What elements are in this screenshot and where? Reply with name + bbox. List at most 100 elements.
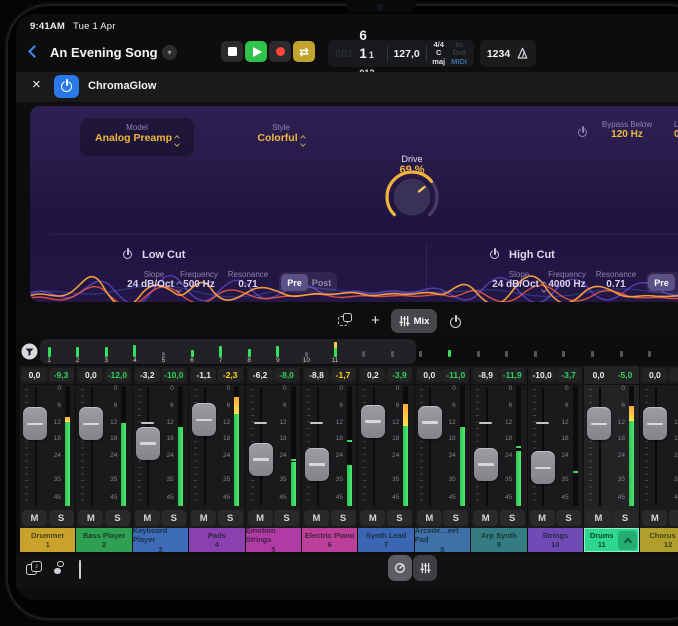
solo-button[interactable]: S (613, 510, 638, 526)
song-title[interactable]: An Evening Song (50, 45, 158, 60)
volume-fader-handle[interactable] (418, 406, 442, 439)
drive-knob[interactable] (382, 167, 442, 227)
mute-button[interactable]: M (360, 510, 385, 526)
add-track-button[interactable]: + (371, 313, 380, 328)
mini-track-meter[interactable]: 7 (215, 340, 227, 365)
high-cut-power-icon[interactable] (490, 250, 499, 259)
mute-button[interactable]: M (304, 510, 329, 526)
solo-button[interactable]: S (500, 510, 525, 526)
track-label[interactable]: Pads4 (189, 528, 244, 552)
back-chevron-icon[interactable] (28, 45, 41, 58)
stop-button[interactable] (221, 41, 243, 62)
mini-track-meter[interactable] (529, 340, 541, 365)
solo-button[interactable]: S (161, 510, 186, 526)
solo-button[interactable]: S (105, 510, 130, 526)
mini-track-meter[interactable]: 8 (243, 340, 255, 365)
mix-view-button[interactable]: Mix (391, 309, 437, 333)
mini-track-meter[interactable]: 1 (43, 340, 55, 365)
pre-button[interactable]: Pre (648, 274, 675, 291)
track-label[interactable]: Bass Player2 (76, 528, 131, 552)
volume-fader-handle[interactable] (136, 427, 160, 460)
mini-track-meter[interactable]: 11 (329, 340, 341, 365)
track-label[interactable]: Synth Lead7 (358, 528, 413, 552)
volume-fader-handle[interactable] (531, 451, 555, 484)
mini-track-meter[interactable] (615, 340, 627, 365)
volume-fader-handle[interactable] (23, 407, 47, 440)
mini-track-meter[interactable]: 5 (157, 340, 169, 365)
mute-button[interactable]: M (417, 510, 442, 526)
collapse-strip-button[interactable] (618, 531, 637, 550)
cycle-button[interactable]: ⇄ (293, 41, 315, 62)
solo-button[interactable]: S (218, 510, 243, 526)
play-button[interactable] (245, 41, 267, 62)
track-label[interactable]: Arcade…eet Pad8 (415, 528, 470, 552)
mini-track-meter[interactable]: 3 (100, 340, 112, 365)
low-cut-power-icon[interactable] (123, 250, 132, 259)
mini-track-meter[interactable] (415, 340, 427, 365)
mini-track-meter[interactable]: 9 (272, 340, 284, 365)
high-cut-resonance[interactable]: Resonance 0.71 (592, 270, 640, 290)
mini-track-meter[interactable]: 2 (72, 340, 84, 365)
mute-button[interactable]: M (473, 510, 498, 526)
solo-button[interactable]: S (274, 510, 299, 526)
mute-button[interactable]: M (135, 510, 160, 526)
volume-fader-handle[interactable] (79, 407, 103, 440)
metronome-icon[interactable] (516, 47, 529, 60)
volume-fader-handle[interactable] (249, 443, 273, 476)
plugin-power-button[interactable] (54, 75, 79, 98)
mute-button[interactable]: M (78, 510, 103, 526)
mini-track-meter[interactable] (558, 340, 570, 365)
filter-icon[interactable] (21, 343, 38, 360)
solo-button[interactable]: S (331, 510, 356, 526)
high-cut-frequency[interactable]: Frequency 4000 Hz (543, 270, 591, 290)
mini-track-meter[interactable] (472, 340, 484, 365)
track-label[interactable]: Emotion Strings5 (246, 528, 301, 552)
record-button[interactable] (269, 41, 291, 62)
mute-button[interactable]: M (642, 510, 667, 526)
model-selector[interactable]: Model Analog Preamp (80, 118, 194, 156)
track-label[interactable]: Electric Piano6 (302, 528, 357, 552)
high-cut-slope[interactable]: Slope 24 dB/Oct (491, 270, 547, 292)
mixer-view-button[interactable] (413, 555, 437, 581)
pre-button[interactable]: Pre (281, 274, 308, 291)
mini-track-meter[interactable] (644, 340, 656, 365)
track-label[interactable]: Drummer1 (20, 528, 75, 552)
style-selector[interactable]: Style Colorful (226, 123, 336, 146)
track-label[interactable]: Drums11 (584, 528, 639, 552)
volume-fader-handle[interactable] (361, 405, 385, 438)
level-control[interactable]: Level 0.0 (674, 120, 678, 140)
mute-button[interactable]: M (586, 510, 611, 526)
bypass-power-icon[interactable] (578, 128, 587, 137)
mute-button[interactable]: M (248, 510, 273, 526)
post-button[interactable]: Post (308, 274, 335, 291)
track-label[interactable]: Chorus Vo12 (640, 528, 678, 552)
close-plugin-button[interactable]: × (32, 77, 41, 92)
mini-track-meter[interactable]: 10 (300, 340, 312, 365)
track-label[interactable]: Strings10 (528, 528, 583, 552)
mini-track-meter[interactable]: 4 (129, 340, 141, 365)
solo-button[interactable]: S (443, 510, 468, 526)
track-label[interactable]: Arp Synth9 (471, 528, 526, 552)
controls-view-button[interactable] (388, 555, 412, 581)
bypass-control[interactable]: Bypass Below 120 Hz (592, 120, 662, 140)
volume-fader-handle[interactable] (192, 403, 216, 436)
mini-track-meter[interactable]: 6 (186, 340, 198, 365)
solo-button[interactable]: S (669, 510, 678, 526)
low-cut-slope[interactable]: Slope 24 dB/Oct (126, 270, 182, 292)
mini-track-meter[interactable] (358, 340, 370, 365)
volume-fader-handle[interactable] (305, 448, 329, 481)
solo-button[interactable]: S (387, 510, 412, 526)
volume-fader-handle[interactable] (474, 448, 498, 481)
volume-fader-handle[interactable] (587, 407, 611, 440)
lcd-display[interactable]: 001 6 11 012 127,0 4/4C maj In OutMIDI (328, 40, 474, 67)
keyboard-button[interactable] (79, 561, 81, 579)
count-in-control[interactable]: 1234 (480, 40, 536, 67)
low-cut-resonance[interactable]: Resonance 0.71 (224, 270, 272, 290)
track-label[interactable]: Keyboard Player3 (133, 528, 188, 552)
mute-button[interactable]: M (191, 510, 216, 526)
volume-fader-handle[interactable] (643, 407, 667, 440)
mute-button[interactable]: M (22, 510, 47, 526)
solo-button[interactable]: S (49, 510, 74, 526)
mini-track-meter[interactable] (443, 340, 455, 365)
low-cut-frequency[interactable]: Frequency 500 Hz (175, 270, 223, 290)
